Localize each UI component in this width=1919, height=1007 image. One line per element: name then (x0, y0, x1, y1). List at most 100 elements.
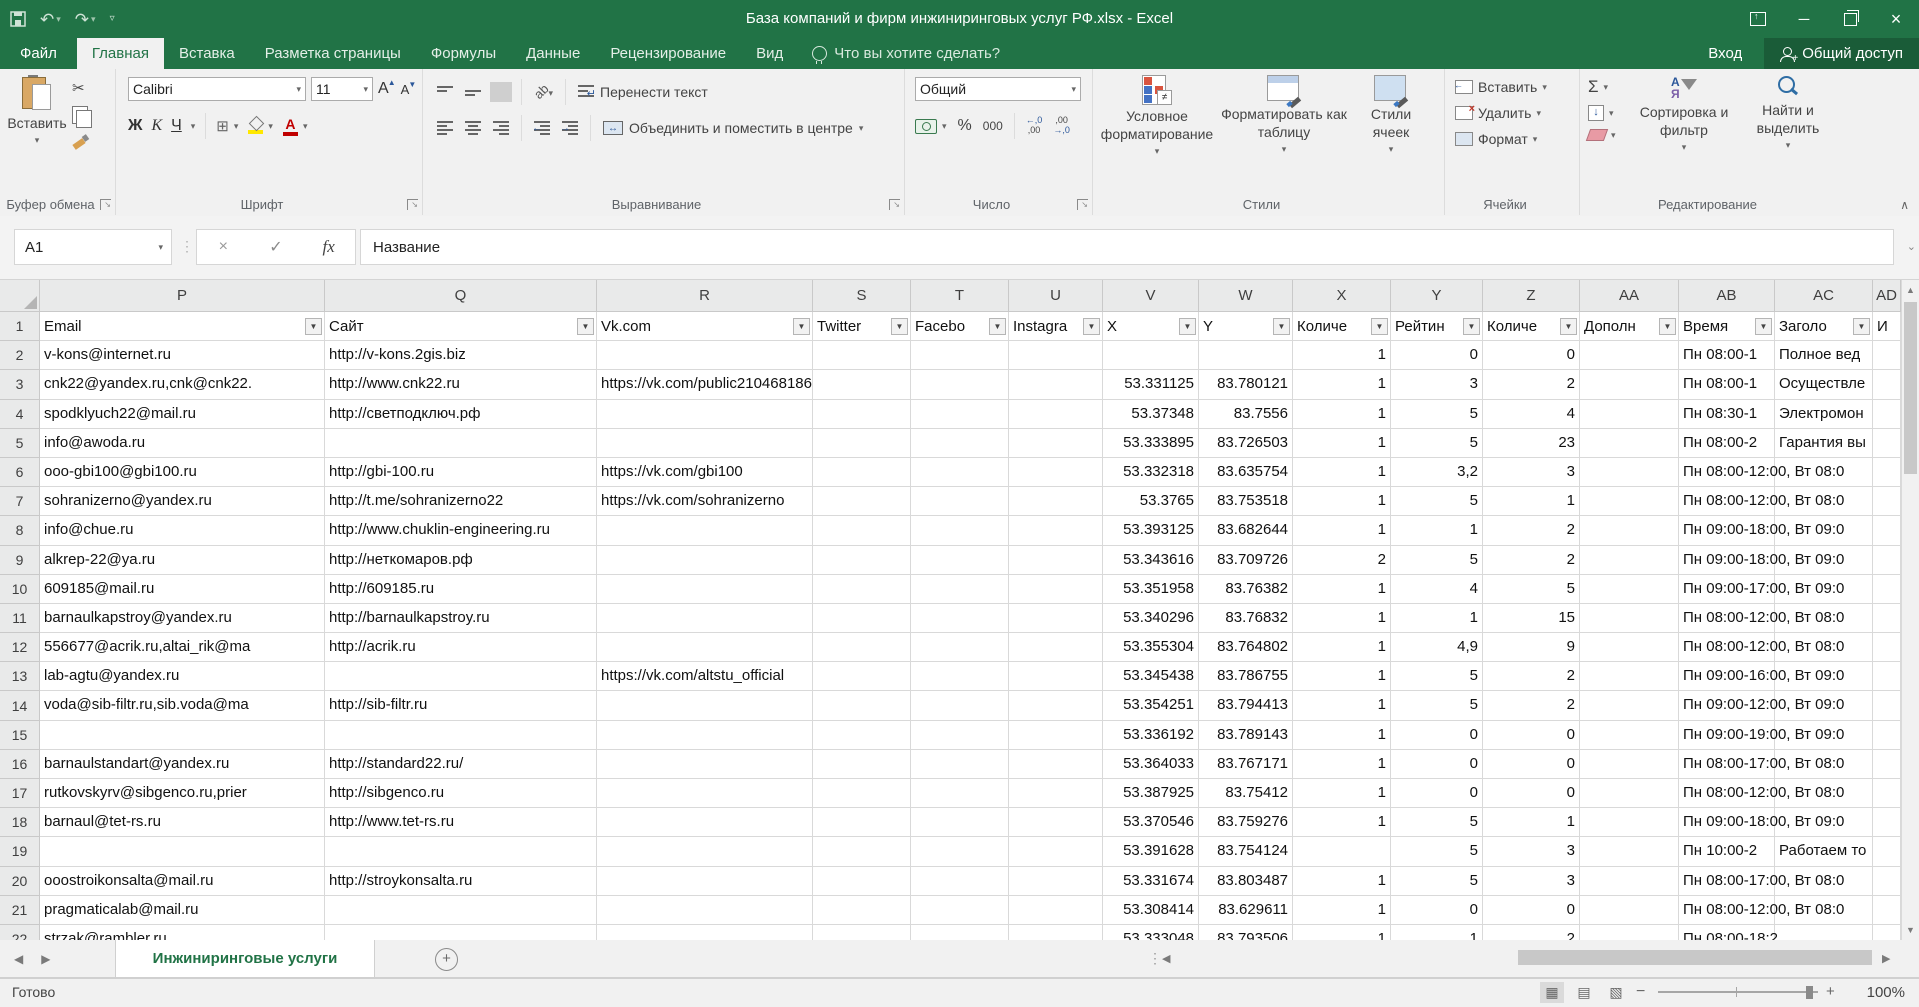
header-cell-S[interactable]: Twitter▼ (813, 312, 911, 341)
cell-AD17[interactable] (1873, 779, 1901, 808)
cell-X4[interactable]: 1 (1293, 400, 1391, 429)
cell-R5[interactable] (597, 429, 813, 458)
filter-icon-P[interactable]: ▼ (305, 318, 322, 335)
row-number-19[interactable]: 19 (0, 837, 40, 866)
cell-U7[interactable] (1009, 487, 1103, 516)
cell-P11[interactable]: barnaulkapstroy@yandex.ru (40, 604, 325, 633)
cell-V22[interactable]: 53.333048 (1103, 925, 1199, 940)
row-number-3[interactable]: 3 (0, 370, 40, 399)
cell-X14[interactable]: 1 (1293, 691, 1391, 720)
cell-X5[interactable]: 1 (1293, 429, 1391, 458)
cell-R20[interactable] (597, 867, 813, 896)
cell-X17[interactable]: 1 (1293, 779, 1391, 808)
cell-R4[interactable] (597, 400, 813, 429)
cell-P5[interactable]: info@awoda.ru (40, 429, 325, 458)
cell-R19[interactable] (597, 837, 813, 866)
formula-bar-splitter[interactable]: ⋮ (180, 238, 194, 255)
zoom-out-icon[interactable]: − (1636, 983, 1645, 1001)
cell-Y15[interactable]: 0 (1391, 721, 1483, 750)
cell-AD18[interactable] (1873, 808, 1901, 837)
cell-Y14[interactable]: 5 (1391, 691, 1483, 720)
filter-icon-AA[interactable]: ▼ (1659, 318, 1676, 335)
cell-S20[interactable] (813, 867, 911, 896)
filter-icon-T[interactable]: ▼ (989, 318, 1006, 335)
cell-R3[interactable]: https://vk.com/public210468186 (597, 370, 813, 399)
cell-R15[interactable] (597, 721, 813, 750)
cell-Z11[interactable]: 15 (1483, 604, 1580, 633)
cell-AB13[interactable]: Пн 09:00-16:00, Вт 09:0 (1679, 662, 1775, 691)
cell-V4[interactable]: 53.37348 (1103, 400, 1199, 429)
cell-R9[interactable] (597, 546, 813, 575)
cell-P14[interactable]: voda@sib-filtr.ru,sib.voda@ma (40, 691, 325, 720)
cell-AB8[interactable]: Пн 09:00-18:00, Вт 09:0 (1679, 516, 1775, 545)
cell-S22[interactable] (813, 925, 911, 940)
cell-T4[interactable] (911, 400, 1009, 429)
row-number-2[interactable]: 2 (0, 341, 40, 370)
cell-P3[interactable]: cnk22@yandex.ru,cnk@cnk22. (40, 370, 325, 399)
cell-AA9[interactable] (1580, 546, 1679, 575)
clear-button[interactable]: ▾ (1588, 129, 1616, 141)
cell-U19[interactable] (1009, 837, 1103, 866)
cell-AA6[interactable] (1580, 458, 1679, 487)
column-header-X[interactable]: X (1293, 280, 1391, 311)
cell-Q2[interactable]: http://v-kons.2gis.biz (325, 341, 597, 370)
cell-AD19[interactable] (1873, 837, 1901, 866)
cell-U12[interactable] (1009, 633, 1103, 662)
cell-AB15[interactable]: Пн 09:00-19:00, Вт 09:0 (1679, 721, 1775, 750)
filter-icon-AB[interactable]: ▼ (1755, 318, 1772, 335)
cell-U3[interactable] (1009, 370, 1103, 399)
cell-V5[interactable]: 53.333895 (1103, 429, 1199, 458)
cell-T2[interactable] (911, 341, 1009, 370)
cell-X15[interactable]: 1 (1293, 721, 1391, 750)
insert-function-icon[interactable]: fx (302, 237, 355, 257)
cell-Q5[interactable] (325, 429, 597, 458)
cell-P8[interactable]: info@chue.ru (40, 516, 325, 545)
cell-T13[interactable] (911, 662, 1009, 691)
cell-U6[interactable] (1009, 458, 1103, 487)
cell-U11[interactable] (1009, 604, 1103, 633)
scroll-up-icon[interactable]: ▲ (1902, 280, 1919, 300)
cell-AA22[interactable] (1580, 925, 1679, 940)
cell-R21[interactable] (597, 896, 813, 925)
header-cell-AB[interactable]: Время▼ (1679, 312, 1775, 341)
cell-S15[interactable] (813, 721, 911, 750)
vertical-scrollbar[interactable]: ▲ ▼ (1901, 280, 1919, 940)
cell-AD12[interactable] (1873, 633, 1901, 662)
cell-R12[interactable] (597, 633, 813, 662)
new-sheet-icon[interactable]: + (435, 948, 458, 971)
cell-AB5[interactable]: Пн 08:00-2 (1679, 429, 1775, 458)
paste-button[interactable]: Вставить ▾ (8, 75, 66, 183)
cell-T15[interactable] (911, 721, 1009, 750)
cell-P10[interactable]: 609185@mail.ru (40, 575, 325, 604)
cell-T22[interactable] (911, 925, 1009, 940)
cell-W6[interactable]: 83.635754 (1199, 458, 1293, 487)
sheet-prev-icon[interactable]: ◀ (14, 952, 23, 966)
cell-V18[interactable]: 53.370546 (1103, 808, 1199, 837)
cell-AD4[interactable] (1873, 400, 1901, 429)
align-bottom-icon[interactable] (493, 85, 509, 99)
autosum-button[interactable]: Σ▾ (1588, 77, 1616, 97)
cell-U2[interactable] (1009, 341, 1103, 370)
cell-P7[interactable]: sohranizerno@yandex.ru (40, 487, 325, 516)
alignment-dialog-launcher-icon[interactable]: ↘ (889, 199, 900, 210)
cell-V12[interactable]: 53.355304 (1103, 633, 1199, 662)
cell-X3[interactable]: 1 (1293, 370, 1391, 399)
header-cell-U[interactable]: Instagra▼ (1009, 312, 1103, 341)
cell-AB12[interactable]: Пн 08:00-12:00, Вт 08:0 (1679, 633, 1775, 662)
cell-X7[interactable]: 1 (1293, 487, 1391, 516)
increase-indent-icon[interactable]: → (562, 121, 578, 135)
cell-Y10[interactable]: 4 (1391, 575, 1483, 604)
cell-AB10[interactable]: Пн 09:00-17:00, Вт 09:0 (1679, 575, 1775, 604)
cut-icon[interactable]: ✂ (72, 79, 88, 97)
cell-Z6[interactable]: 3 (1483, 458, 1580, 487)
cell-AD5[interactable] (1873, 429, 1901, 458)
cell-AB17[interactable]: Пн 08:00-12:00, Вт 08:0 (1679, 779, 1775, 808)
cell-Y9[interactable]: 5 (1391, 546, 1483, 575)
tab-Вставка[interactable]: Вставка (164, 38, 250, 69)
cell-AA20[interactable] (1580, 867, 1679, 896)
cell-U18[interactable] (1009, 808, 1103, 837)
sign-in-button[interactable]: Вход (1686, 38, 1764, 69)
cell-W12[interactable]: 83.764802 (1199, 633, 1293, 662)
cell-R17[interactable] (597, 779, 813, 808)
decrease-decimal-icon[interactable]: ,00→,0 (1053, 116, 1070, 136)
